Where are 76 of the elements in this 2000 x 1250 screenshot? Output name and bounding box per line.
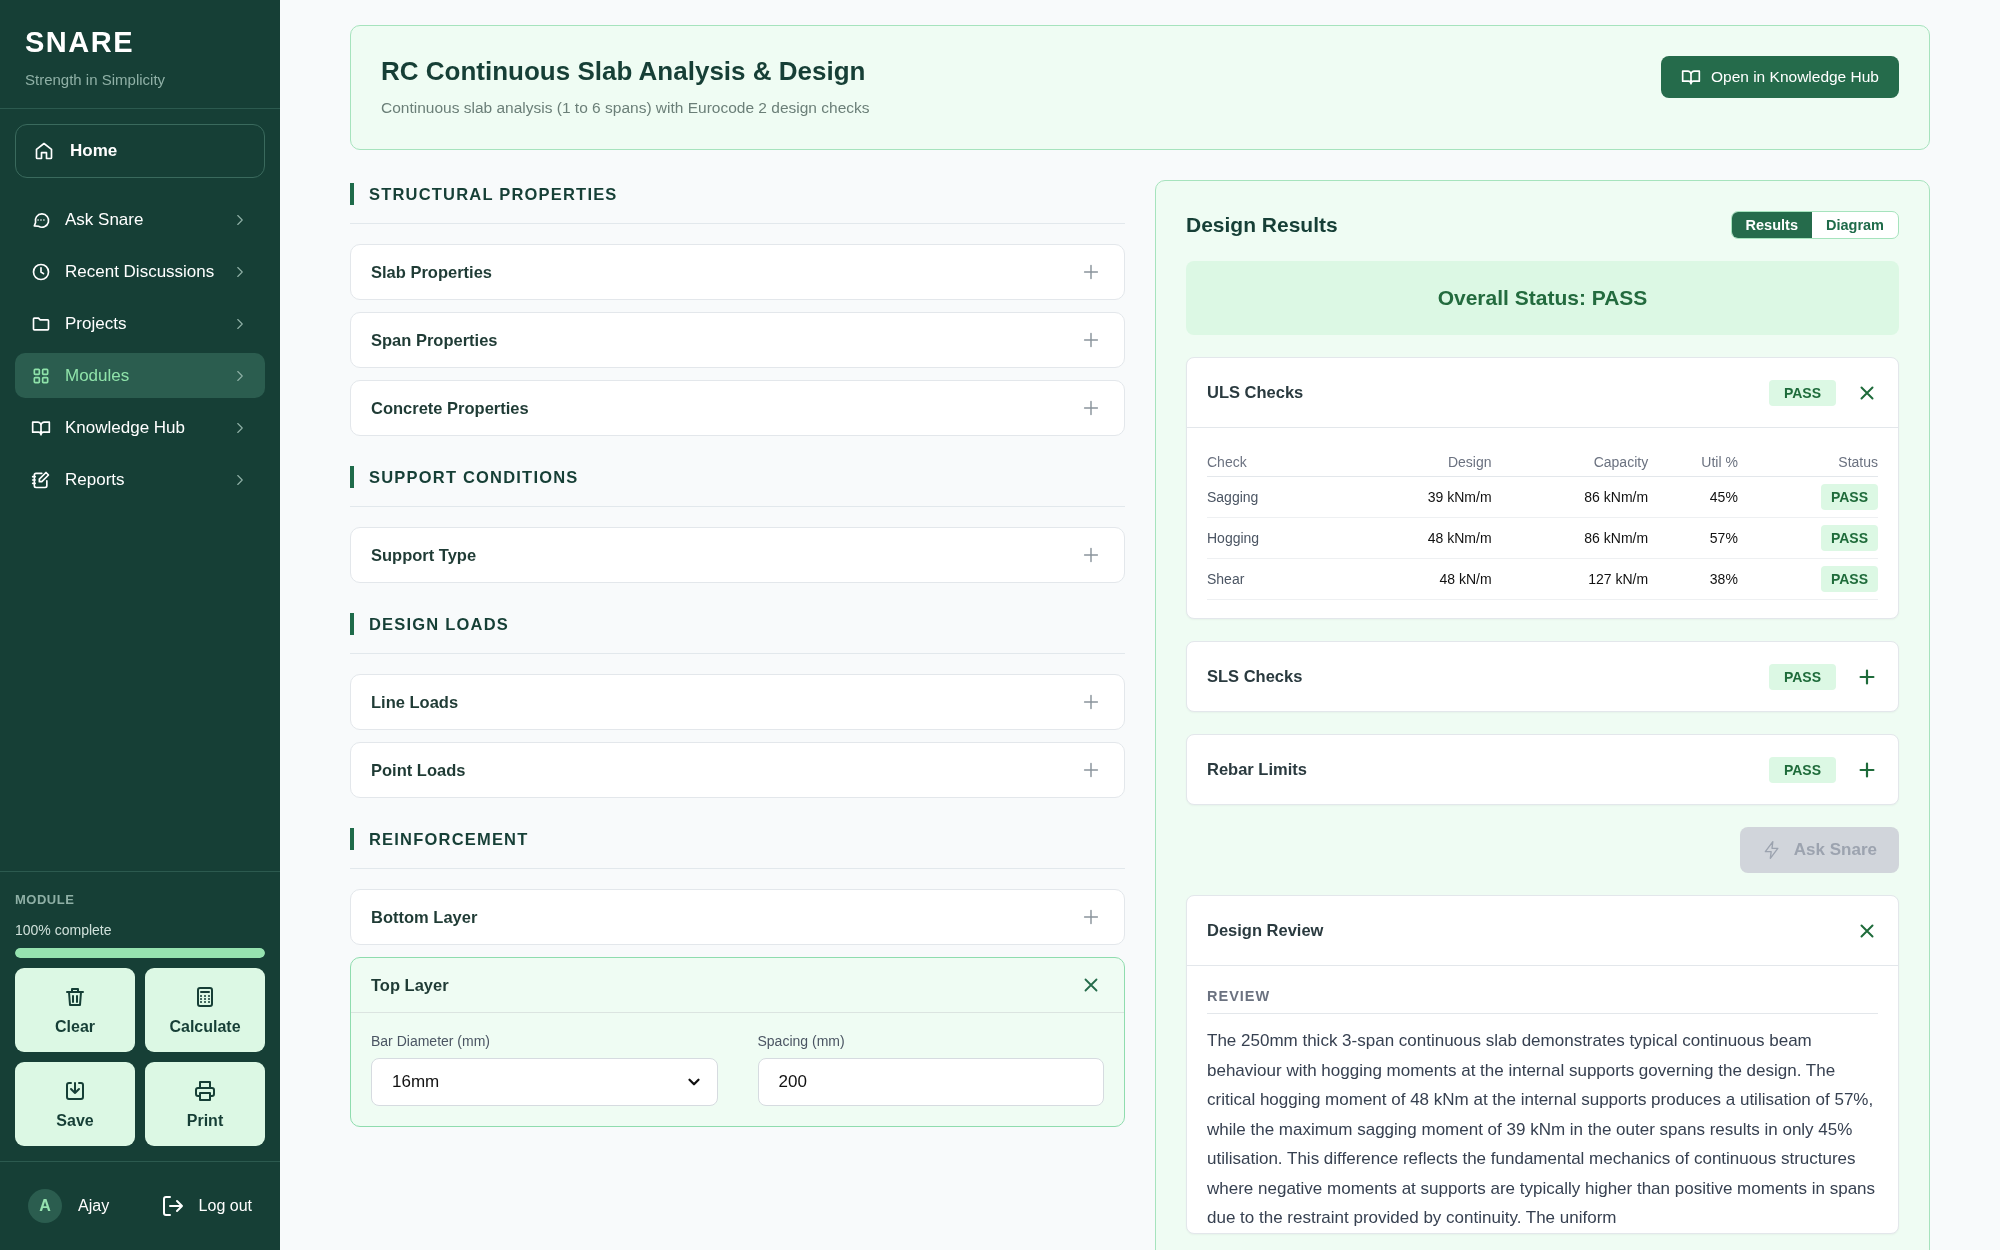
clock-icon [31,261,51,282]
field-label: Bar Diameter (mm) [371,1033,490,1049]
module-label: MODULE [15,892,75,907]
book-icon [1680,67,1701,87]
nav-item[interactable]: Ask Snare [15,197,265,242]
status-banner: Overall Status: PASS [1186,261,1899,335]
nav-item[interactable]: Modules [15,353,265,398]
status-badge: PASS [1820,525,1878,551]
status-badge: PASS [1768,379,1836,406]
home-icon [34,141,54,161]
table-cell: 86 kNm/m [1491,517,1649,559]
nav-item[interactable]: Recent Discussions [15,249,265,294]
status-badge: PASS [1768,756,1836,783]
review-heading: REVIEW [1207,988,1878,1014]
field-label: Spacing (mm) [757,1033,845,1049]
column-header: Status [1737,448,1878,477]
section-heading: DESIGN LOADS [350,613,509,635]
tab[interactable]: Diagram [1811,212,1898,238]
avatar: A [28,1189,62,1223]
page-title: RC Continuous Slab Analysis & Design [381,56,866,87]
table-cell: 48 kNm/m [1335,517,1492,559]
table-cell: 86 kNm/m [1491,476,1649,518]
accordion-header[interactable]: Slab Properties [350,244,1125,300]
table-cell: 45% [1648,476,1738,518]
column-header: Util % [1648,448,1738,477]
column-header: Check [1207,448,1335,477]
table-cell: 127 kN/m [1491,558,1649,600]
accordion-header[interactable]: Line Loads [350,674,1125,730]
user-name: Ajay [78,1197,110,1215]
nav-item[interactable]: Reports [15,457,265,502]
brand-name: SNARE [25,26,134,59]
table-cell: Hogging [1207,517,1335,559]
review-text: The 250mm thick 3-span continuous slab demonstrates typical continuous beam behaviour with hogging moments at the internal supports governing the design. The critical hogging moment of 48 kNm at the internal supports produces a utilisation of 57%, while the maximum sagging moment of 39 kNm in the outer spans results in only 45% utilisation. This difference reflects the fundamental mechanics of continuous structures where negative moments at supports are typically higher than positive moments in spans due to the restraint provided by continuity. The uniform [1207,1030,1877,1229]
home-nav-item[interactable]: Home [15,124,265,178]
table-cell: 38% [1648,558,1738,600]
page-subtitle: Continuous slab analysis (1 to 6 spans) with Eurocode 2 design checks [381,99,870,117]
logout-link[interactable]: Log out [160,1194,252,1218]
card-title: SLS Checks [1207,667,1304,686]
printer-icon [193,1078,217,1103]
status-badge: PASS [1820,484,1878,510]
table-cell: 48 kN/m [1335,558,1492,600]
table-cell: Sagging [1207,476,1335,518]
status-badge: PASS [1820,566,1878,592]
knowledge-hub-button[interactable]: Open in Knowledge Hub [1660,56,1899,98]
panel-title: Design Results [1186,213,1338,237]
nav-item[interactable]: Projects [15,301,265,346]
input-field[interactable]: 200 [757,1058,1104,1106]
select-field[interactable]: 16mm [371,1058,718,1106]
accordion-header[interactable]: Bottom Layer [350,889,1125,945]
table-cell: Shear [1207,558,1335,600]
section-heading: SUPPORT CONDITIONS [350,466,579,488]
accordion-header[interactable]: Point Loads [350,742,1125,798]
accordion-header[interactable]: Span Properties [350,312,1125,368]
tagline: Strength in Simplicity [25,71,166,88]
print-button[interactable]: Print [145,1062,265,1146]
section-heading: STRUCTURAL PROPERTIES [350,183,618,205]
card-title: Design Review [1207,921,1325,940]
card-title: Rebar Limits [1207,760,1308,779]
section-heading: REINFORCEMENT [350,828,529,850]
table-cell: 39 kNm/m [1335,476,1492,518]
column-header: Capacity [1491,448,1649,477]
table-cell: 57% [1648,517,1738,559]
calculate-button[interactable]: Calculate [145,968,265,1052]
save-button[interactable]: Save [15,1062,135,1146]
tab[interactable]: Results [1731,212,1812,238]
clear-button[interactable]: Clear [15,968,135,1052]
accordion-header[interactable]: Support Type [350,527,1125,583]
card-title: ULS Checks [1207,383,1305,402]
logout-icon [160,1194,185,1218]
column-header: Design [1335,448,1492,477]
progress-text: 100% complete [15,922,112,938]
notepad-edit-icon [31,469,51,490]
accordion-header[interactable]: Top Layer [351,958,1124,1013]
nav-item[interactable]: Knowledge Hub [15,405,265,450]
accordion-header[interactable]: Concrete Properties [350,380,1125,436]
status-badge: PASS [1768,663,1836,690]
